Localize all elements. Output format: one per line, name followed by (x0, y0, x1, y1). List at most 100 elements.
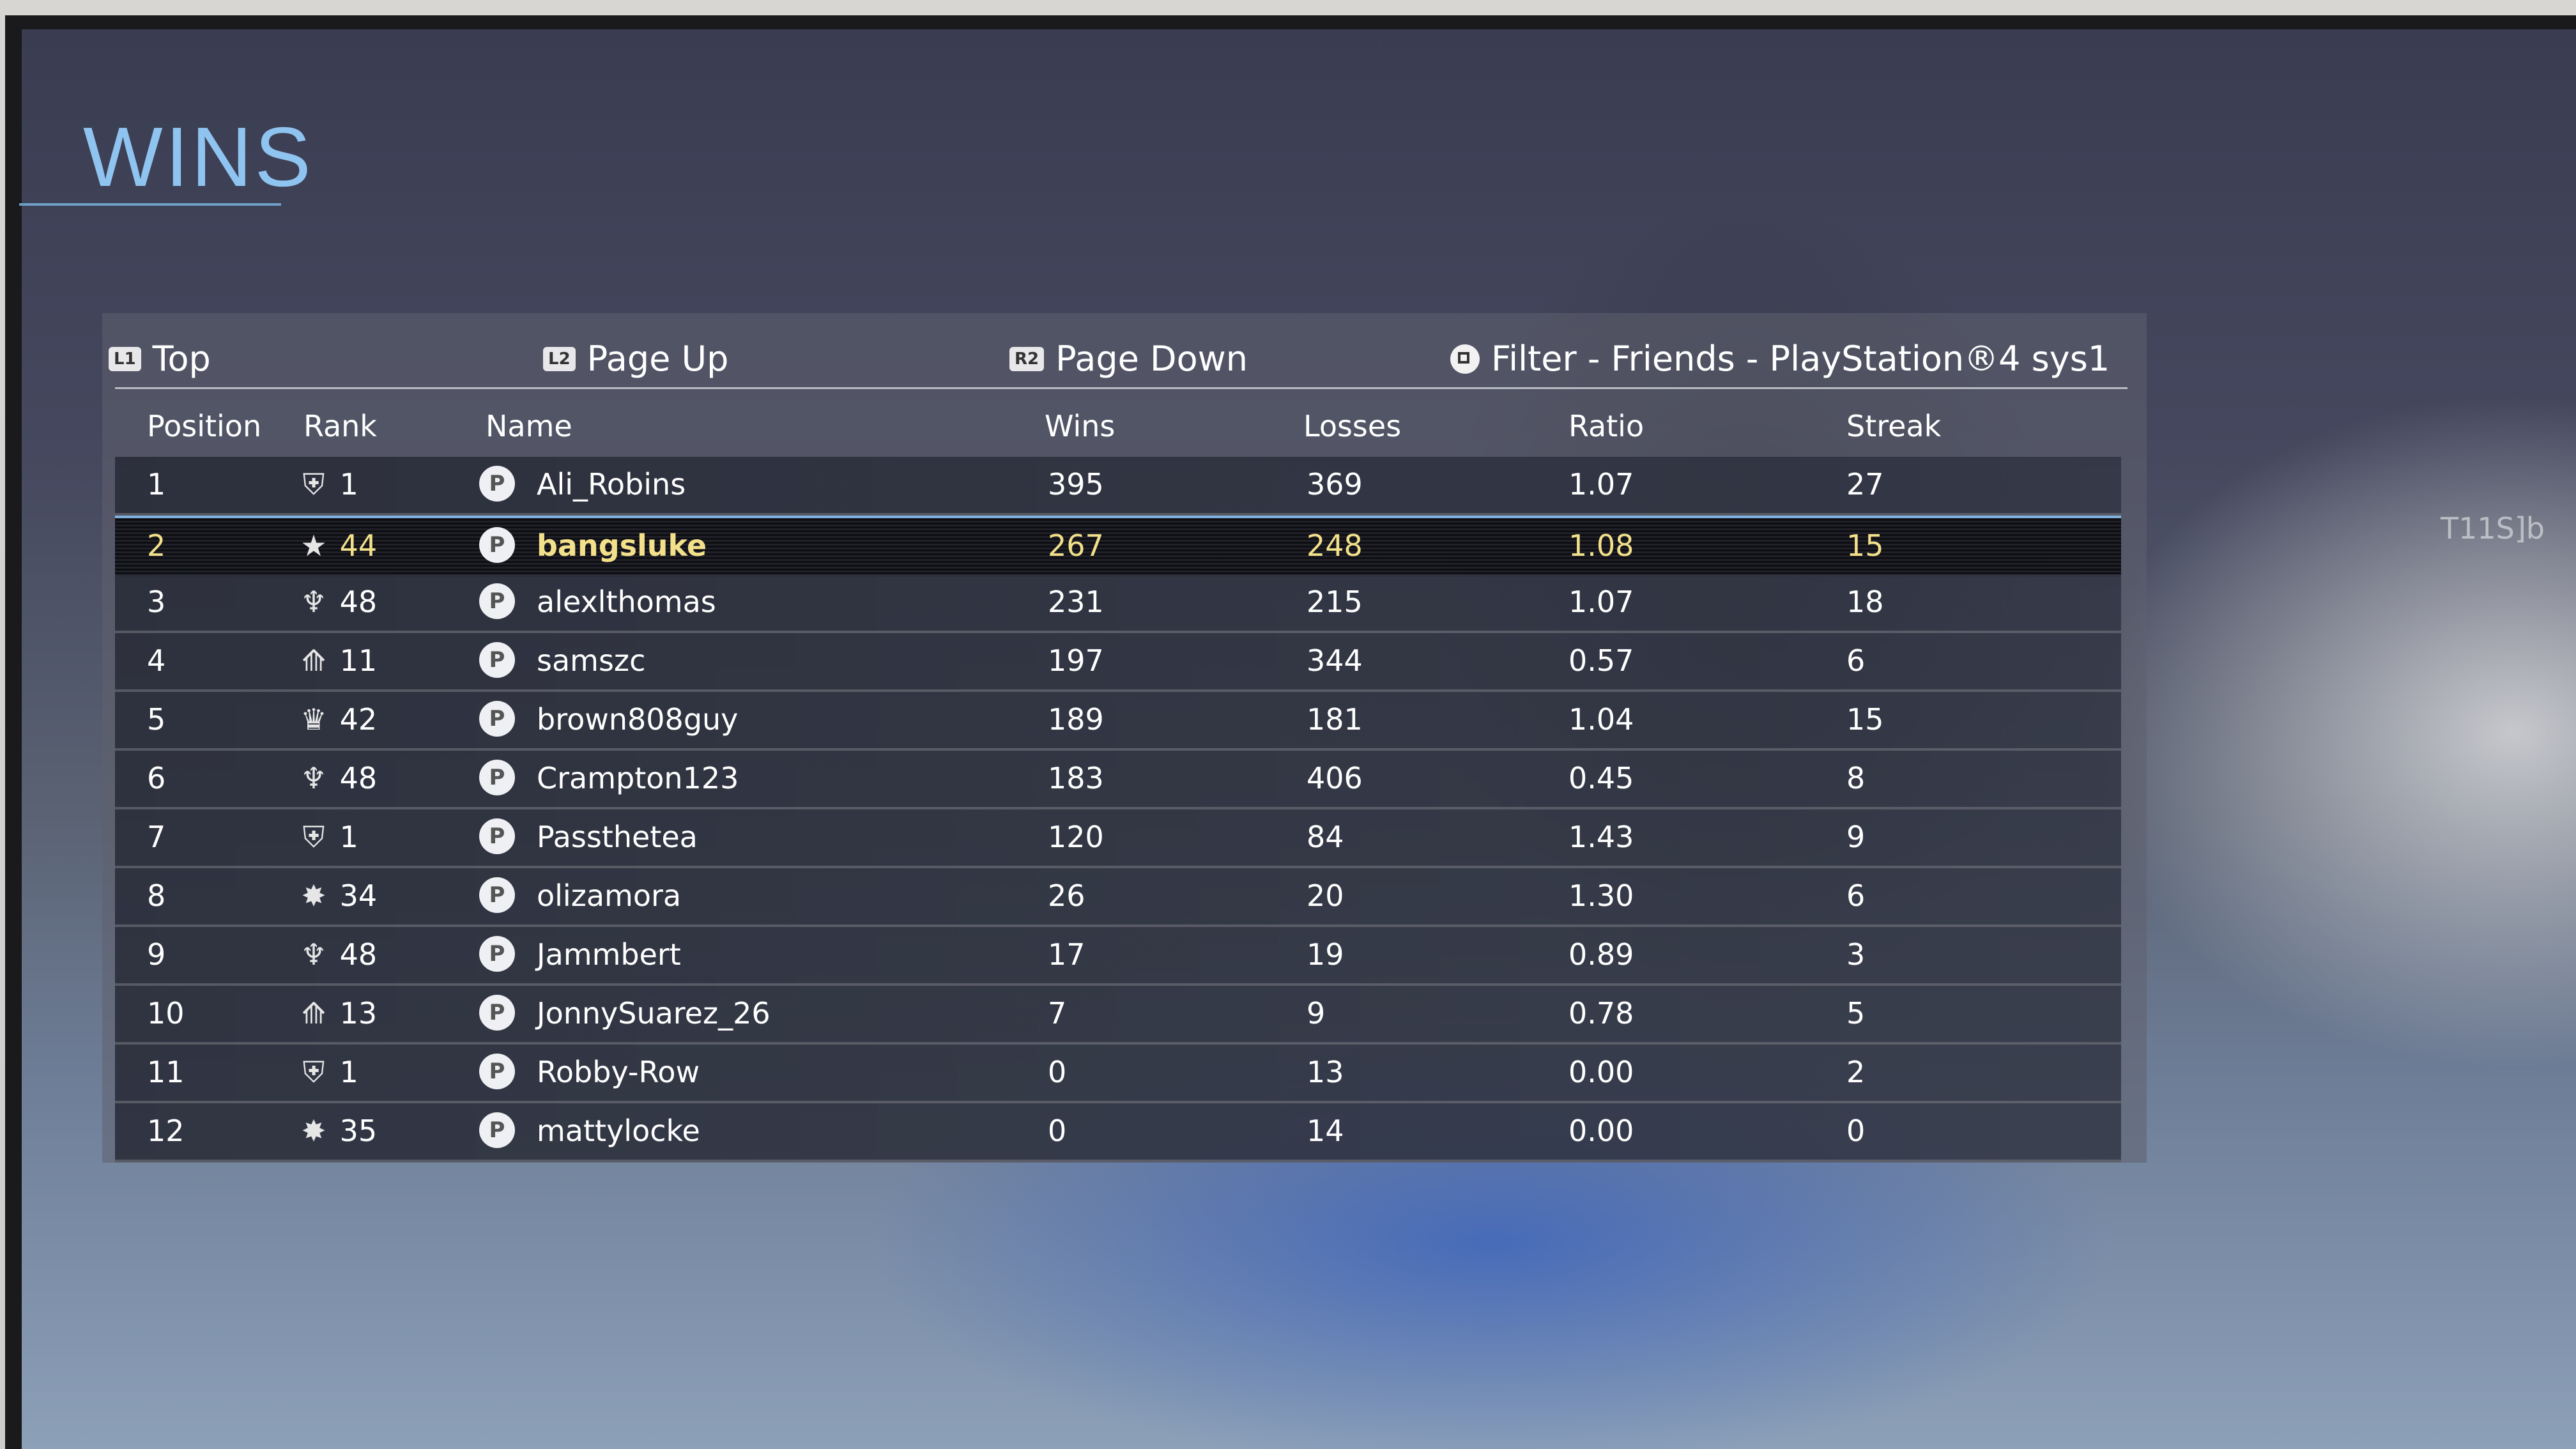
player-name: brown808guy (537, 702, 739, 737)
ratio-cell: 0.00 (1568, 1114, 1634, 1148)
page-up-button[interactable]: L2 Page Up (543, 339, 728, 379)
table-row[interactable]: 3 ♆ 48 Palexlthomas 231 215 1.07 18 (115, 574, 2121, 633)
filter-button[interactable]: Filter - Friends - PlayStation®4 sys1 (1450, 339, 2110, 379)
wins-cell: 189 (1048, 702, 1104, 737)
streak-cell: 15 (1846, 528, 1884, 563)
position-cell: 8 (147, 878, 166, 913)
rank-cell: ♆ 48 (297, 937, 377, 972)
l1-button-icon: L1 (109, 346, 141, 371)
ratio-cell: 1.07 (1568, 585, 1634, 619)
ratio-cell: 1.07 (1568, 467, 1634, 502)
title-underline (19, 203, 281, 206)
position-cell: 11 (147, 1055, 185, 1089)
table-row[interactable]: 11 ⛨ 1 P Robby-Row 0 13 0.00 2 (115, 1045, 2121, 1103)
streak-cell: 6 (1846, 643, 1866, 678)
table-row[interactable]: 2 ★ 44 Pbangsluke 267 248 1.08 15 (115, 516, 2121, 577)
ratio-cell: 1.43 (1568, 820, 1634, 854)
wins-cell: 395 (1048, 467, 1104, 502)
player-name: Passthetea (537, 820, 698, 854)
rank-value: 44 (339, 528, 378, 563)
losses-cell: 369 (1307, 467, 1363, 502)
player-name: JonnySuarez_26 (537, 996, 770, 1031)
r2-button-icon: R2 (1009, 346, 1045, 371)
losses-cell: 181 (1307, 702, 1363, 737)
streak-cell: 3 (1846, 937, 1866, 972)
ratio-cell: 1.08 (1568, 528, 1634, 563)
position-cell: 10 (147, 996, 185, 1031)
losses-cell: 248 (1307, 528, 1363, 563)
rank-emblem-icon: ⛨ (302, 820, 325, 854)
ratio-cell: 0.57 (1568, 643, 1634, 678)
l2-button-icon: L2 (543, 346, 576, 371)
table-row[interactable]: 7 ⛨ 1 P Passthetea 120 84 1.43 9 (115, 809, 2121, 868)
rank-emblem-icon: ♆ (300, 937, 327, 972)
table-row[interactable]: 5 ♛ 42 Pbrown808guy 189 181 1.04 15 (115, 692, 2121, 751)
header-wins[interactable]: Wins (1045, 409, 1115, 443)
rank-value: 1 (339, 1055, 358, 1089)
table-row[interactable]: 12 ✸ 35 Pmattylocke 0 14 0.00 0 (115, 1103, 2121, 1162)
rank-emblem-icon: ⟰ (301, 643, 326, 678)
rank-cell: ⛨ 1 (297, 467, 358, 503)
position-cell: 4 (147, 643, 166, 678)
player-name: Ali_Robins (537, 467, 686, 502)
table-row[interactable]: 10 ⟰ 13 P JonnySuarez_26 7 9 0.78 5 (115, 986, 2121, 1045)
rank-cell: ✸ 34 (297, 878, 377, 913)
rank-cell: ⛨ 1 (297, 1055, 358, 1091)
rank-emblem-icon: ♆ (300, 761, 327, 795)
wins-cell: 183 (1048, 761, 1104, 795)
header-name[interactable]: Name (486, 409, 572, 443)
header-position[interactable]: Position (147, 409, 261, 443)
header-streak[interactable]: Streak (1846, 409, 1941, 443)
streak-cell: 0 (1846, 1114, 1866, 1148)
filter-label: Filter - Friends - PlayStation®4 sys1 (1491, 339, 2110, 379)
wins-cell: 120 (1048, 820, 1104, 854)
rank-cell: ♛ 42 (297, 702, 377, 737)
top-button[interactable]: L1 Top (109, 339, 211, 379)
streak-cell: 8 (1846, 761, 1866, 795)
table-row[interactable]: 9 ♆ 48 P Jammbert 17 19 0.89 3 (115, 927, 2121, 986)
position-cell: 5 (147, 702, 166, 737)
rank-value: 48 (339, 937, 378, 972)
playstation-icon: P (479, 466, 515, 502)
losses-cell: 84 (1307, 820, 1344, 854)
playstation-icon: P (479, 995, 515, 1031)
page-up-label: Page Up (586, 339, 729, 379)
streak-cell: 5 (1846, 996, 1866, 1031)
player-name: Crampton123 (537, 761, 739, 795)
wins-cell: 26 (1048, 878, 1085, 913)
playstation-icon: P (479, 642, 515, 678)
header-rank[interactable]: Rank (303, 409, 377, 443)
table-row[interactable]: 8 ✸ 34 Polizamora 26 20 1.30 6 (115, 868, 2121, 927)
page-title: WINS (83, 110, 314, 204)
wins-cell: 17 (1048, 937, 1085, 972)
player-name: Jammbert (537, 937, 681, 972)
rank-value: 1 (339, 820, 358, 854)
table-row[interactable]: 6 ♆ 48 P Crampton123 183 406 0.45 8 (115, 751, 2121, 809)
losses-cell: 406 (1307, 761, 1363, 795)
position-cell: 7 (147, 820, 166, 854)
ratio-cell: 0.78 (1568, 996, 1634, 1031)
playstation-icon: P (479, 936, 515, 972)
toolbar-divider (115, 387, 2128, 389)
losses-cell: 9 (1307, 996, 1326, 1031)
rank-emblem-icon: ⛨ (302, 1055, 325, 1089)
player-name: bangsluke (537, 528, 707, 563)
position-cell: 3 (147, 585, 166, 619)
playstation-icon: P (479, 760, 515, 795)
rank-cell: ⟰ 13 (297, 996, 377, 1031)
rank-value: 42 (339, 702, 378, 737)
table-row[interactable]: 4 ⟰ 11 Psamszc 197 344 0.57 6 (115, 633, 2121, 692)
losses-cell: 215 (1307, 585, 1363, 619)
player-name: alexlthomas (537, 585, 716, 619)
wins-cell: 231 (1048, 585, 1104, 619)
table-row[interactable]: 1 ⛨ 1 P Ali_Robins 395 369 1.07 27 (115, 457, 2121, 516)
streak-cell: 9 (1846, 820, 1866, 854)
header-ratio[interactable]: Ratio (1568, 409, 1644, 443)
rank-value: 34 (339, 878, 378, 913)
player-name: Robby-Row (537, 1055, 700, 1089)
losses-cell: 19 (1307, 937, 1344, 972)
rank-value: 48 (339, 585, 378, 619)
page-down-button[interactable]: R2 Page Down (1009, 339, 1248, 379)
header-losses[interactable]: Losses (1303, 409, 1401, 443)
wins-cell: 7 (1048, 996, 1067, 1031)
